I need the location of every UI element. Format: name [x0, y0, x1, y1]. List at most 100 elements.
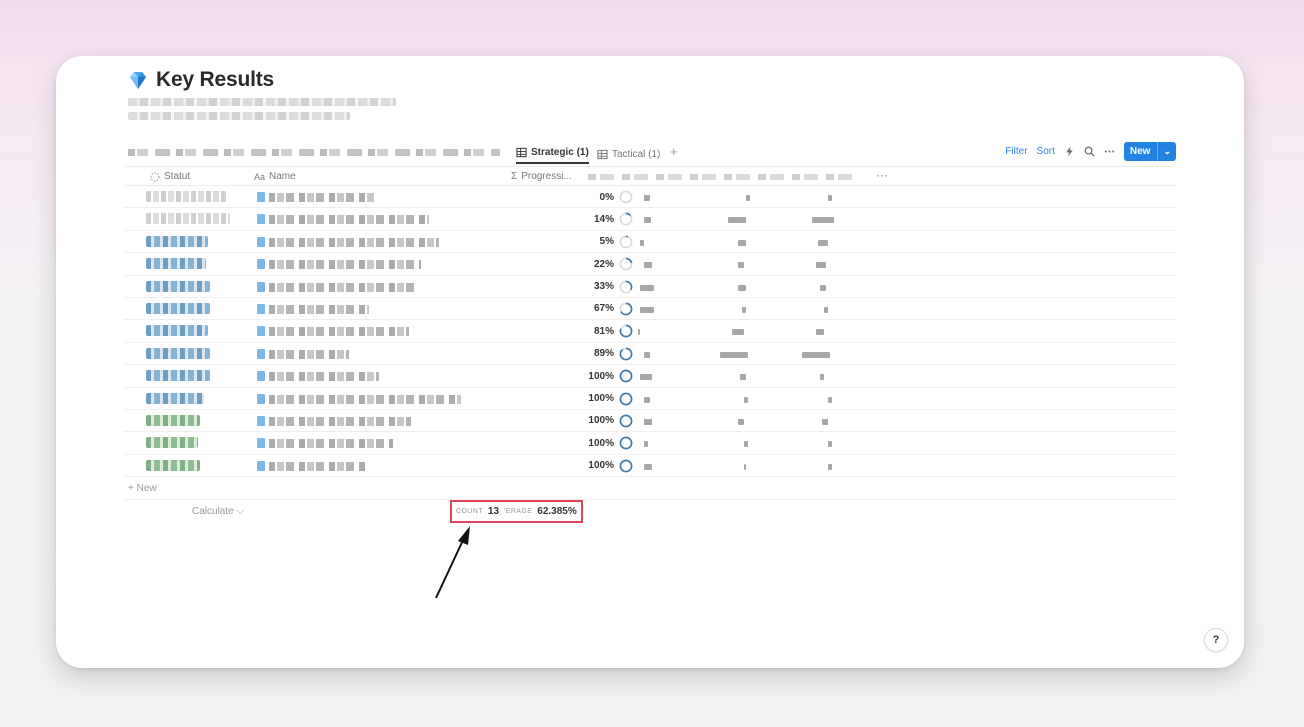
hidden-cell-value[interactable]	[644, 195, 650, 201]
hidden-cell-value[interactable]	[638, 329, 640, 336]
hidden-cell-value[interactable]	[644, 463, 652, 470]
hidden-cell-value[interactable]	[720, 351, 748, 358]
status-tag[interactable]	[146, 280, 210, 292]
status-tag[interactable]	[146, 459, 200, 471]
table-row[interactable]: 100%	[124, 365, 1176, 388]
row-name[interactable]	[269, 349, 349, 359]
hidden-column-headers[interactable]	[588, 174, 858, 180]
hidden-cell-value[interactable]	[802, 351, 830, 358]
hidden-cell-value[interactable]	[738, 284, 746, 291]
hidden-cell-value[interactable]	[818, 239, 828, 246]
progress-cell[interactable]: 100%	[504, 455, 633, 477]
table-row[interactable]: 5%	[124, 231, 1176, 254]
progress-cell[interactable]: 100%	[504, 410, 633, 432]
row-name[interactable]	[269, 215, 429, 225]
column-header-status[interactable]: Statut	[150, 171, 190, 182]
progress-cell[interactable]: 0%	[504, 186, 633, 208]
table-row[interactable]: 100%	[124, 388, 1176, 410]
status-tag[interactable]	[146, 258, 206, 270]
progress-cell[interactable]: 81%	[504, 320, 633, 342]
hidden-cell-value[interactable]	[820, 284, 826, 291]
hidden-cell-value[interactable]	[738, 418, 744, 425]
chevron-down-icon[interactable]: ⌄	[1157, 142, 1176, 161]
lightning-icon[interactable]	[1064, 146, 1075, 157]
row-name[interactable]	[269, 461, 365, 471]
row-name[interactable]	[269, 394, 461, 404]
hidden-cell-value[interactable]	[640, 284, 654, 291]
hidden-cell-value[interactable]	[644, 351, 650, 358]
sort-button[interactable]: Sort	[1037, 146, 1055, 157]
hidden-cell-value[interactable]	[738, 239, 746, 246]
hidden-cell-value[interactable]	[744, 396, 748, 403]
hidden-cell-value[interactable]	[822, 418, 828, 425]
row-name[interactable]	[269, 260, 421, 270]
hidden-cell-value[interactable]	[812, 217, 834, 224]
aggregate-highlight[interactable]: COUNT 13 'ERAGE 62.385%	[450, 500, 583, 524]
calculate-button[interactable]: Calculate ⌵	[192, 506, 244, 517]
hidden-cell-value[interactable]	[640, 306, 654, 313]
add-view-button[interactable]: +	[670, 145, 678, 159]
hidden-cell-value[interactable]	[828, 195, 832, 201]
status-tag[interactable]	[146, 191, 226, 202]
table-row[interactable]: 89%	[124, 343, 1176, 366]
filter-button[interactable]: Filter	[1005, 146, 1027, 157]
row-name[interactable]	[269, 193, 375, 202]
status-tag[interactable]	[146, 325, 208, 337]
hidden-cell-value[interactable]	[828, 441, 832, 448]
new-button[interactable]: New ⌄	[1123, 142, 1176, 161]
hidden-cell-value[interactable]	[644, 418, 652, 425]
hidden-cell-value[interactable]	[820, 374, 824, 381]
progress-cell[interactable]: 33%	[504, 276, 633, 298]
row-name[interactable]	[269, 327, 409, 337]
hidden-cell-value[interactable]	[740, 374, 746, 381]
progress-cell[interactable]: 89%	[504, 343, 633, 365]
table-row[interactable]: 100%	[124, 455, 1176, 478]
hidden-cell-value[interactable]	[644, 396, 650, 403]
progress-cell[interactable]: 67%	[504, 298, 633, 320]
hidden-cell-value[interactable]	[744, 463, 746, 470]
hidden-cell-value[interactable]	[644, 217, 651, 224]
progress-cell[interactable]: 5%	[504, 231, 633, 253]
more-columns-icon[interactable]: ···	[876, 168, 888, 182]
column-header-progress[interactable]: Σ Progressi...	[511, 171, 572, 182]
status-tag[interactable]	[146, 414, 200, 426]
hidden-cell-value[interactable]	[744, 441, 748, 448]
other-views-tabs[interactable]	[128, 149, 500, 156]
status-tag[interactable]	[146, 370, 210, 382]
row-name[interactable]	[269, 304, 369, 314]
hidden-cell-value[interactable]	[816, 262, 826, 269]
search-icon[interactable]	[1084, 146, 1095, 157]
table-row[interactable]: 100%	[124, 410, 1176, 433]
hidden-cell-value[interactable]	[746, 195, 750, 201]
hidden-cell-value[interactable]	[640, 374, 652, 381]
table-row[interactable]: 0%	[124, 186, 1176, 209]
row-name[interactable]	[269, 282, 415, 292]
hidden-cell-value[interactable]	[644, 441, 648, 448]
add-row-button[interactable]: + New	[124, 477, 1176, 499]
tab-tactical[interactable]: Tactical (1)	[597, 145, 660, 164]
row-name[interactable]	[269, 372, 379, 382]
more-icon[interactable]	[1104, 146, 1115, 157]
table-row[interactable]: 81%	[124, 320, 1176, 343]
hidden-cell-value[interactable]	[640, 239, 644, 246]
status-tag[interactable]	[146, 347, 210, 359]
table-row[interactable]: 100%	[124, 432, 1176, 455]
hidden-cell-value[interactable]	[728, 217, 746, 224]
status-tag[interactable]	[146, 235, 208, 247]
row-name[interactable]	[269, 416, 411, 426]
table-row[interactable]: 22%	[124, 253, 1176, 276]
status-tag[interactable]	[146, 437, 198, 449]
table-row[interactable]: 33%	[124, 276, 1176, 298]
status-tag[interactable]	[146, 213, 230, 225]
tab-strategic[interactable]: Strategic (1)	[516, 145, 589, 164]
column-header-name[interactable]: Aa Name	[254, 171, 296, 182]
hidden-cell-value[interactable]	[824, 306, 828, 313]
status-tag[interactable]	[146, 302, 210, 314]
progress-cell[interactable]: 14%	[504, 208, 633, 230]
hidden-cell-value[interactable]	[816, 329, 824, 336]
hidden-cell-value[interactable]	[828, 463, 832, 470]
progress-cell[interactable]: 100%	[504, 388, 633, 410]
hidden-cell-value[interactable]	[732, 329, 744, 336]
progress-cell[interactable]: 100%	[504, 365, 633, 387]
table-row[interactable]: 14%	[124, 208, 1176, 231]
